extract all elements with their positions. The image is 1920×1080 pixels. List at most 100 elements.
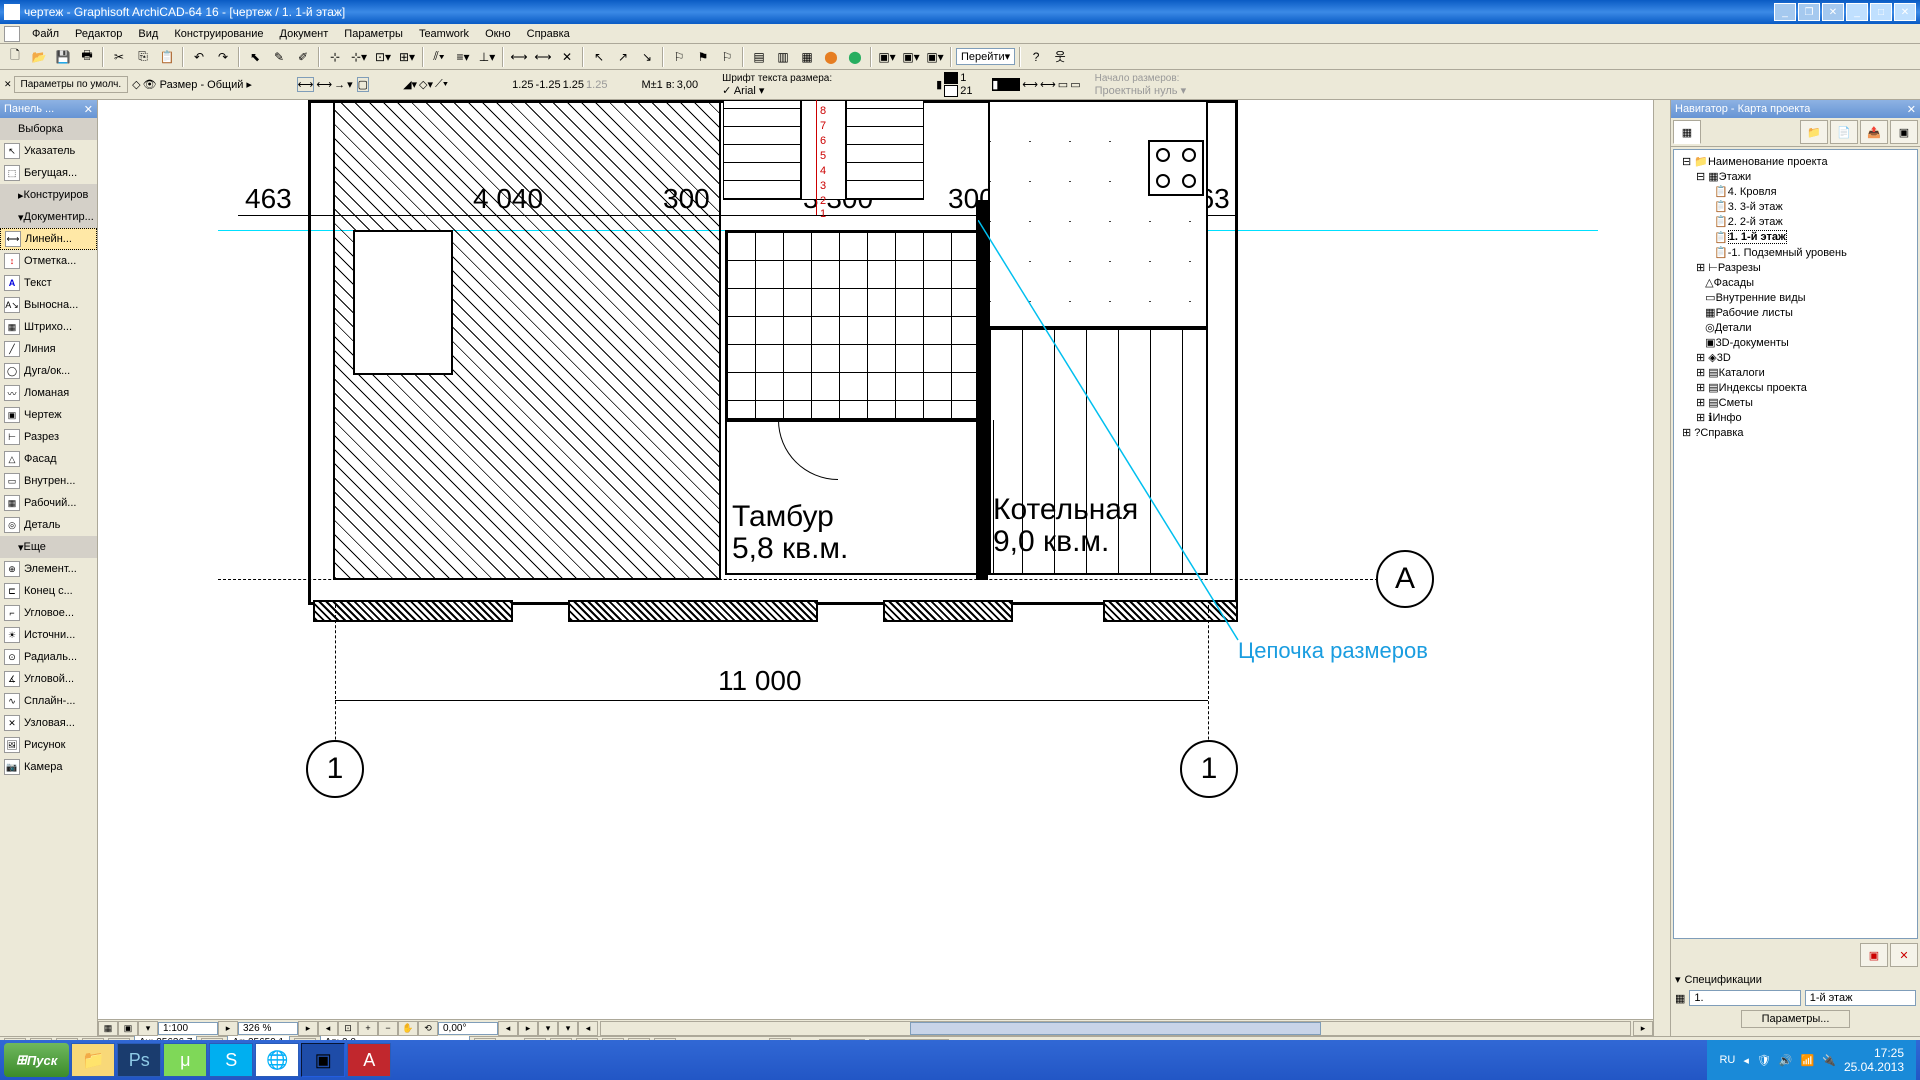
tree-facades[interactable]: △ Фасады (1678, 275, 1913, 290)
nav-action2-icon[interactable]: ✕ (1890, 943, 1918, 967)
canvas-vscroll[interactable] (1653, 100, 1670, 1036)
tool-camera[interactable]: 📷Камера (0, 756, 97, 778)
tree-sections[interactable]: ⊞ ⊢ Разрезы (1678, 260, 1913, 275)
tool-radial[interactable]: ⊙Радиаль... (0, 646, 97, 668)
menu-design[interactable]: Конструирование (166, 26, 271, 42)
nav-tab-project[interactable]: ▦ (1673, 120, 1701, 144)
hscroll-thumb[interactable] (910, 1022, 1322, 1035)
dropper-icon[interactable]: ✐ (292, 46, 314, 68)
tree-floor-base[interactable]: 📋 -1. Подземный уровень (1678, 245, 1913, 260)
nav2-icon[interactable]: ↗ (612, 46, 634, 68)
hist-list1-icon[interactable]: ▾ (538, 1021, 558, 1036)
dimtype3-icon[interactable]: → (334, 79, 345, 91)
dim-a-input[interactable]: 1.25 (512, 79, 533, 91)
pick-icon[interactable]: ⬉ (244, 46, 266, 68)
snap3-icon[interactable]: ⊡▾ (372, 46, 394, 68)
flag2-icon[interactable]: ⚑ (692, 46, 714, 68)
task-skype[interactable]: S (209, 1043, 253, 1077)
maximize-outer-button[interactable]: □ (1870, 3, 1892, 21)
paste-icon[interactable]: 📋 (156, 46, 178, 68)
tool-arc[interactable]: ◯Дуга/ок... (0, 360, 97, 382)
task-photoshop[interactable]: Ps (117, 1043, 161, 1077)
nav-id-input[interactable]: 1. (1689, 990, 1800, 1006)
undo-icon[interactable]: ↶ (188, 46, 210, 68)
marker3-icon[interactable]: ⟋▾ (435, 78, 448, 91)
tool-endwall[interactable]: ⊏Конец с... (0, 580, 97, 602)
tree-floor-1[interactable]: 📋 1. 1-й этаж (1678, 229, 1913, 245)
nav-tab-views[interactable]: 📁 (1800, 120, 1828, 144)
tool-fill[interactable]: ▦Штрихо... (0, 316, 97, 338)
tree-floor-3[interactable]: 📋 3. 3-й этаж (1678, 199, 1913, 214)
window2-icon[interactable]: ▣▾ (900, 46, 922, 68)
zoom-more-icon[interactable]: ▸ (298, 1021, 318, 1036)
tray-usb-icon[interactable]: 🔌 (1822, 1054, 1836, 1067)
tree-catalogs[interactable]: ⊞ ▤ Каталоги (1678, 365, 1913, 380)
tray-shield-icon[interactable]: 🛡 (1757, 1054, 1771, 1067)
tool-pointer[interactable]: ↖Указатель (0, 140, 97, 162)
scroll-right-icon[interactable]: ▸ (1633, 1021, 1653, 1036)
ruler3-icon[interactable]: ⊥▾ (476, 46, 498, 68)
pen-b-input[interactable]: 21 (960, 85, 990, 97)
tool-level[interactable]: ↕Отметка... (0, 250, 97, 272)
tool-detail[interactable]: ◎Деталь (0, 514, 97, 536)
window3-icon[interactable]: ▣▾ (924, 46, 946, 68)
layer2-icon[interactable]: ▥ (772, 46, 794, 68)
layer3-icon[interactable]: ▦ (796, 46, 818, 68)
tree-interior[interactable]: ▭ Внутренние виды (1678, 290, 1913, 305)
tree-3d[interactable]: ⊞ ◈ 3D (1678, 350, 1913, 365)
view-opt3-icon[interactable]: ▾ (138, 1021, 158, 1036)
view-opt1-icon[interactable]: ▦ (98, 1021, 118, 1036)
scale-more-icon[interactable]: ▸ (218, 1021, 238, 1036)
tool-interior[interactable]: ▭Внутрен... (0, 470, 97, 492)
font-dropdown[interactable]: ✓ Arial ▾ (722, 84, 872, 97)
arrow3-icon[interactable]: ▭ (1058, 78, 1068, 91)
ruler2-icon[interactable]: ≡▾ (452, 46, 474, 68)
tree-worksheets[interactable]: ▦ Рабочие листы (1678, 305, 1913, 320)
tree-details[interactable]: ◎ Детали (1678, 320, 1913, 335)
orange-icon[interactable]: ⬤ (820, 46, 842, 68)
rotate-icon[interactable]: ⟲ (418, 1021, 438, 1036)
toolbox-construct-header[interactable]: ▸ Конструиров (0, 184, 97, 206)
tool-figure[interactable]: 🖼Рисунок (0, 734, 97, 756)
close-opt-icon[interactable]: ✕ (4, 79, 12, 90)
menu-params[interactable]: Параметры (336, 26, 411, 42)
person-icon[interactable]: 웃 (1049, 46, 1071, 68)
tool-hotspot[interactable]: ✕Узловая... (0, 712, 97, 734)
toolbox-document-header[interactable]: ▾ Документир... (0, 206, 97, 228)
tree-root[interactable]: ⊟ 📁 Наименование проекта (1678, 154, 1913, 169)
tool-corner[interactable]: ⌐Угловое... (0, 602, 97, 624)
tool-section[interactable]: ⊢Разрез (0, 426, 97, 448)
pen2-icon[interactable]: ▮ (992, 78, 1020, 91)
pen1-icon[interactable]: ▮ (936, 78, 942, 91)
marker1-icon[interactable]: ◢▾ (403, 78, 417, 91)
tree-indexes[interactable]: ⊞ ▤ Индексы проекта (1678, 380, 1913, 395)
drawing-canvas[interactable]: 463 4 040 300 3 300 300 3 040 463 8 (98, 100, 1653, 1019)
tool-angular[interactable]: ∡Угловой... (0, 668, 97, 690)
pan-icon[interactable]: ✋ (398, 1021, 418, 1036)
redo-icon[interactable]: ↷ (212, 46, 234, 68)
task-acrobat[interactable]: A (347, 1043, 391, 1077)
nav-params-button[interactable]: Параметры... (1741, 1010, 1851, 1028)
task-archicad[interactable]: ▣ (301, 1043, 345, 1077)
scale-display[interactable]: 1:100 (158, 1022, 218, 1035)
tool-label[interactable]: A↘Выносна... (0, 294, 97, 316)
menu-file[interactable]: Файл (24, 26, 67, 42)
view-opt2-icon[interactable]: ▣ (118, 1021, 138, 1036)
hist-prev-icon[interactable]: ◂ (498, 1021, 518, 1036)
wand-icon[interactable]: ✎ (268, 46, 290, 68)
dim2-icon[interactable]: ⟷ (532, 46, 554, 68)
tree-estimates[interactable]: ⊞ ▤ Сметы (1678, 395, 1913, 410)
task-utorrent[interactable]: μ (163, 1043, 207, 1077)
flag1-icon[interactable]: ⚐ (668, 46, 690, 68)
ruler-icon[interactable]: ⫽▾ (428, 46, 450, 68)
minimize-outer-button[interactable]: _ (1846, 3, 1868, 21)
nav3-icon[interactable]: ↘ (636, 46, 658, 68)
pen-a-input[interactable]: 1 (960, 72, 990, 84)
window1-icon[interactable]: ▣▾ (876, 46, 898, 68)
nav-tab-publisher[interactable]: 📤 (1860, 120, 1888, 144)
open-icon[interactable]: 📂 (28, 46, 50, 68)
hscroll-track[interactable] (600, 1021, 1631, 1036)
layer1-icon[interactable]: ▤ (748, 46, 770, 68)
print-icon[interactable]: 🖶 (76, 46, 98, 68)
scale-input[interactable]: 3,00 (677, 79, 698, 91)
